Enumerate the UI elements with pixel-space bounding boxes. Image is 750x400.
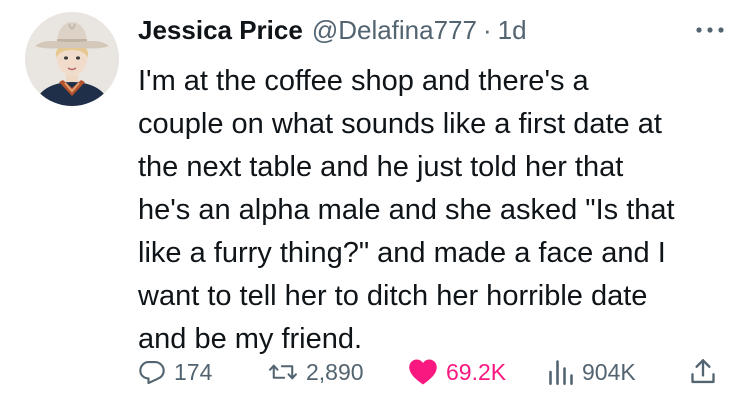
reply-icon — [139, 361, 165, 385]
reply-count: 174 — [174, 358, 213, 385]
tweet-line: like a furry thing?" and made a face and… — [138, 237, 666, 269]
tweet-text: I'm at the coffee shop and there's a cou… — [138, 60, 738, 361]
views-count: 904K — [582, 358, 636, 385]
author-name[interactable]: Jessica Price — [138, 15, 303, 46]
tweet-line: couple on what sounds like a first date … — [138, 108, 662, 140]
tweet-line: want to tell her to ditch her horrible d… — [138, 280, 648, 312]
retweet-count: 2,890 — [306, 358, 364, 385]
tweet-line: he's an alpha male and she asked "Is tha… — [138, 194, 675, 226]
views-button[interactable]: 904K — [548, 354, 636, 390]
tweet-header: Jessica Price @Delafina777 · 1d — [138, 10, 527, 50]
action-bar: 174 2,890 69.2K 904K — [138, 354, 728, 390]
retweet-button[interactable]: 2,890 — [268, 354, 364, 390]
heart-icon — [409, 359, 437, 385]
views-icon — [549, 360, 573, 385]
tweet[interactable]: Jessica Price @Delafina777 · 1d I'm at t… — [0, 0, 750, 400]
more-icon — [696, 27, 724, 33]
retweet-icon — [269, 364, 297, 380]
author-handle[interactable]: @Delafina777 — [312, 15, 477, 46]
avatar[interactable] — [25, 12, 119, 106]
tweet-timestamp[interactable]: 1d — [498, 15, 527, 46]
tweet-line: I'm at the coffee shop and there's a — [138, 65, 589, 97]
share-icon — [691, 359, 715, 384]
like-button[interactable]: 69.2K — [408, 354, 506, 390]
more-button[interactable] — [692, 18, 728, 42]
like-count: 69.2K — [446, 358, 507, 385]
share-button[interactable] — [690, 354, 724, 390]
separator-dot: · — [482, 14, 492, 45]
tweet-line: the next table and he just told her that — [138, 151, 624, 183]
reply-button[interactable]: 174 — [138, 354, 212, 390]
